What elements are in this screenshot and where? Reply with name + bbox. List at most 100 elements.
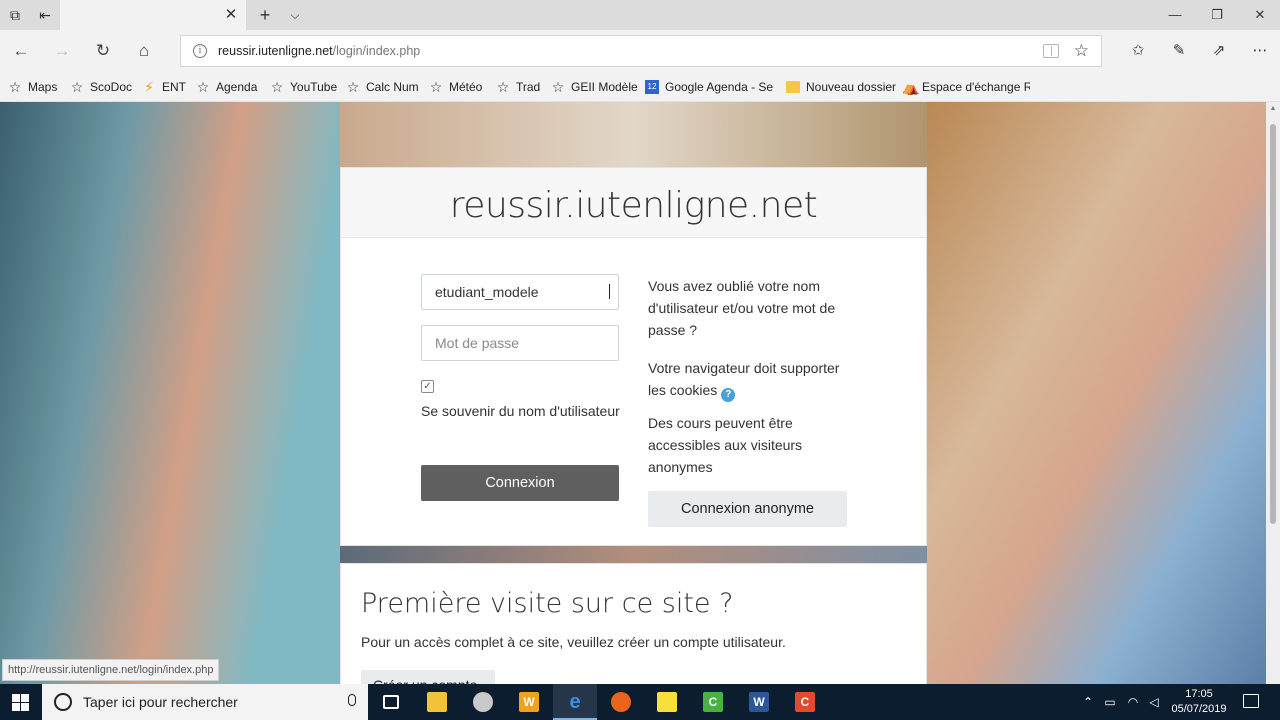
restore-icon[interactable]: ❐	[1206, 4, 1228, 26]
cookies-notice: Votre navigateur doit supporter les cook…	[648, 357, 848, 402]
scroll-thumb[interactable]	[1270, 124, 1276, 524]
favorite-scodoc[interactable]: ☆ ScoDoc	[70, 79, 132, 95]
tab-preview-chevron-icon[interactable]: ⌵	[286, 6, 304, 24]
favorite-trad[interactable]: ☆ Trad	[496, 79, 541, 95]
first-visit-text: Pour un accès complet à ce site, veuille…	[361, 634, 786, 650]
site-title: reussir.iutenligne.net	[449, 185, 818, 226]
favorites-bar: ☆ Maps ☆ ScoDoc ⚡ ENT ☆ Agenda ☆ YouTube ☆ Cal…	[0, 72, 1280, 102]
favorite-calc-num[interactable]: ☆ Calc Num	[346, 79, 419, 95]
taskbar-clock[interactable]: 17:05 05/07/2019	[1166, 687, 1232, 717]
page-viewport: reussir.iutenligne.net etudiant_modele M…	[0, 102, 1266, 684]
back-icon[interactable]: ←	[10, 40, 32, 62]
text-cursor	[609, 284, 610, 299]
wifi-icon[interactable]: ◠	[1125, 694, 1141, 710]
ent-icon: ⚡	[144, 79, 154, 95]
favorite-agenda[interactable]: ☆ Agenda	[196, 79, 258, 95]
battery-icon[interactable]: ▭	[1102, 694, 1118, 710]
star-icon: ☆	[70, 79, 84, 95]
refresh-icon[interactable]: ↻	[92, 40, 114, 62]
login-card: reussir.iutenligne.net etudiant_modele M…	[340, 167, 927, 546]
microphone-icon[interactable]	[348, 694, 356, 706]
favorite-geii-modele[interactable]: ☆ GEII Modèle	[551, 79, 638, 95]
remember-checkbox[interactable]: ✓	[421, 380, 434, 393]
favorite-espace-echange[interactable]: ⛺ Espace d'échange Rel	[902, 79, 1030, 95]
login-button[interactable]: Connexion	[421, 465, 619, 501]
pen-icon[interactable]: ✎	[1168, 40, 1190, 62]
volume-icon[interactable]: ◁	[1146, 694, 1162, 710]
app-icon	[473, 692, 493, 712]
folder-icon	[786, 81, 800, 93]
favorite-maps[interactable]: ☆ Maps	[8, 79, 58, 95]
first-visit-title: Première visite sur ce site ?	[361, 588, 734, 619]
task-view-button[interactable]	[369, 684, 413, 720]
forgot-password-link[interactable]: Vous avez oublié votre nom d'utilisateur…	[648, 275, 848, 341]
taskbar-file-explorer[interactable]	[415, 684, 459, 720]
w-app-icon: W	[519, 692, 539, 712]
create-account-button[interactable]: Créer un compte	[361, 670, 495, 684]
forward-icon[interactable]: →	[51, 40, 73, 62]
active-tab[interactable]: ✕	[60, 0, 246, 30]
remember-label[interactable]: Se souvenir du nom d'utilisateur	[421, 400, 621, 422]
taskbar-search-placeholder: Taper ici pour rechercher	[83, 694, 238, 710]
favorite-meteo[interactable]: ☆ Météo	[429, 79, 483, 95]
address-bar[interactable]: i reussir.iutenligne.net/login/index.php…	[180, 35, 1102, 67]
favorite-nouveau-dossier[interactable]: Nouveau dossier	[786, 79, 896, 95]
taskbar-edge[interactable]: e	[553, 684, 597, 720]
show-hidden-icons[interactable]: ⌃	[1080, 694, 1096, 710]
username-input[interactable]: etudiant_modele	[421, 274, 619, 310]
star-icon: ☆	[270, 79, 284, 95]
cortana-icon	[54, 693, 72, 711]
taskbar-word[interactable]: W	[737, 684, 781, 720]
sticky-notes-icon	[657, 692, 677, 712]
file-explorer-icon	[427, 692, 447, 712]
favorite-google-agenda[interactable]: 12 Google Agenda - Sen	[645, 79, 773, 95]
calendar-icon: 12	[645, 80, 659, 94]
taskbar-app-2[interactable]	[461, 684, 505, 720]
action-center-icon[interactable]	[1243, 694, 1259, 708]
star-icon: ☆	[496, 79, 510, 95]
espace-icon: ⛺	[902, 79, 920, 95]
reading-view-icon[interactable]	[1043, 44, 1059, 58]
taskbar-recorder[interactable]: C	[783, 684, 827, 720]
site-info-icon[interactable]: i	[193, 44, 207, 58]
tab-strip: ⧉ ⇤ ✕ + ⌵ — ❐ ✕	[0, 0, 1280, 30]
status-url: http://reussir.iutenligne.net/login/inde…	[2, 659, 220, 681]
scroll-up-icon[interactable]: ▲	[1268, 104, 1278, 114]
favorite-ent[interactable]: ⚡ ENT	[142, 79, 186, 95]
new-tab-icon[interactable]: +	[256, 5, 274, 25]
username-value: etudiant_modele	[435, 284, 539, 300]
favorites-hub-icon[interactable]: ✩	[1127, 40, 1149, 62]
page-scrollbar[interactable]: ▲	[1266, 102, 1280, 684]
windows-taskbar: Taper ici pour rechercher W e C W C ⌃ ▭ …	[0, 684, 1280, 720]
taskbar-camtasia[interactable]: C	[691, 684, 735, 720]
minimize-icon[interactable]: —	[1164, 4, 1186, 26]
password-placeholder: Mot de passe	[435, 335, 520, 351]
close-tab-icon[interactable]: ✕	[222, 6, 240, 24]
password-input[interactable]: Mot de passe	[421, 325, 619, 361]
camtasia-icon: C	[703, 692, 723, 712]
url-text[interactable]: reussir.iutenligne.net/login/index.php	[218, 44, 420, 58]
recorder-icon: C	[795, 692, 815, 712]
close-window-icon[interactable]: ✕	[1249, 4, 1271, 26]
star-icon: ☆	[346, 79, 360, 95]
home-icon[interactable]: ⌂	[133, 40, 155, 62]
guest-login-button[interactable]: Connexion anonyme	[648, 491, 847, 527]
taskbar-firefox[interactable]	[599, 684, 643, 720]
star-icon: ☆	[8, 79, 22, 95]
windows-start-icon[interactable]	[12, 694, 30, 711]
set-tabs-aside-icon[interactable]: ⇤	[36, 6, 54, 24]
star-icon: ☆	[196, 79, 210, 95]
taskbar-sticky-notes[interactable]	[645, 684, 689, 720]
taskbar-search[interactable]: Taper ici pour rechercher	[42, 684, 368, 720]
more-icon[interactable]: ⋯	[1249, 40, 1271, 62]
task-view-icon	[383, 695, 399, 709]
taskbar-app-w[interactable]: W	[507, 684, 551, 720]
cookies-text: Votre navigateur doit supporter les cook…	[648, 360, 840, 398]
firefox-icon	[611, 692, 631, 712]
clock-date: 05/07/2019	[1171, 703, 1227, 715]
favorite-youtube[interactable]: ☆ YouTube	[270, 79, 337, 95]
help-icon[interactable]: ?	[721, 388, 736, 402]
favorite-star-icon[interactable]: ☆	[1074, 41, 1089, 61]
share-icon[interactable]: ⇗	[1208, 40, 1230, 62]
tabs-aside-icon[interactable]: ⧉	[6, 6, 24, 24]
